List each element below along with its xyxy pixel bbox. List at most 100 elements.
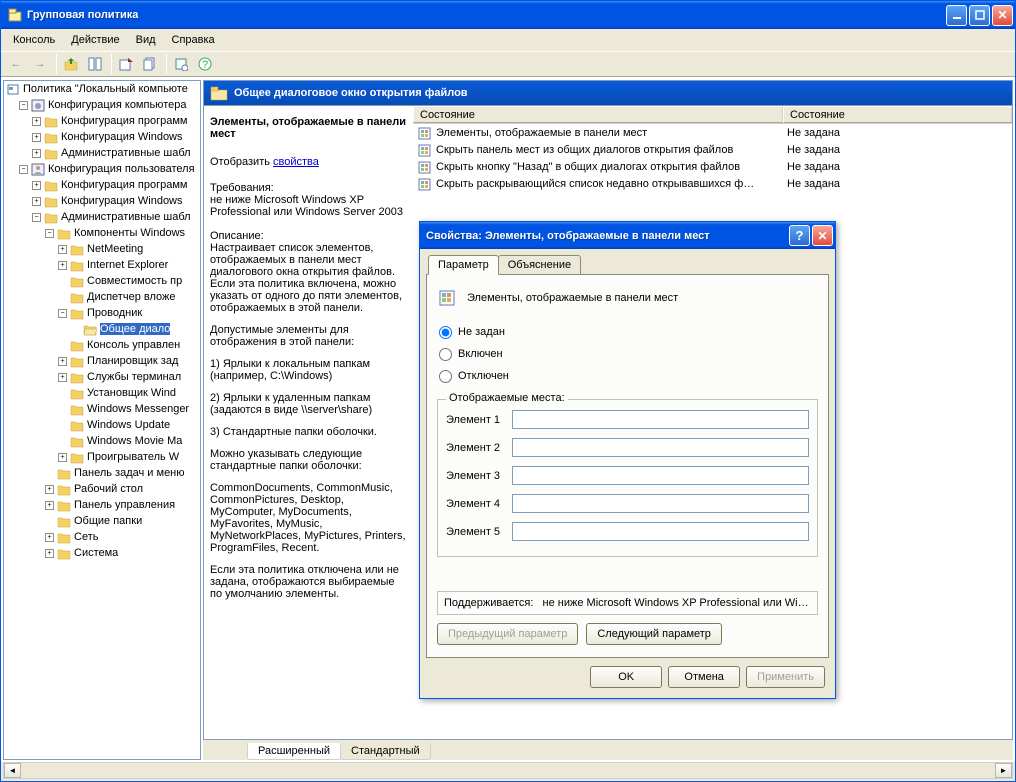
tree-item[interactable]: +Конфигурация программ xyxy=(4,177,200,193)
list-row[interactable]: Элементы, отображаемые в панели местНе з… xyxy=(413,124,1012,141)
properties-button[interactable] xyxy=(84,53,106,75)
tree-item[interactable]: +Конфигурация Windows xyxy=(4,129,200,145)
dialog-titlebar[interactable]: Свойства: Элементы, отображаемые в панел… xyxy=(420,222,835,249)
ok-button[interactable]: OK xyxy=(590,666,662,688)
properties-link[interactable]: свойства xyxy=(273,156,319,168)
expand-toggle[interactable]: + xyxy=(58,261,67,270)
cancel-button[interactable]: Отмена xyxy=(668,666,740,688)
tree-item[interactable]: Windows Movie Ma xyxy=(4,433,200,449)
list-row[interactable]: Скрыть кнопку "Назад" в общих диалогах о… xyxy=(413,158,1012,175)
scroll-right-button[interactable]: ► xyxy=(995,763,1012,778)
tree-item[interactable]: +Система xyxy=(4,545,200,561)
expand-toggle[interactable]: + xyxy=(32,197,41,206)
tree-item[interactable]: Общие папки xyxy=(4,513,200,529)
list-row[interactable]: Скрыть раскрывающийся список недавно отк… xyxy=(413,175,1012,192)
menu-view[interactable]: Вид xyxy=(128,31,164,49)
expand-toggle[interactable]: + xyxy=(58,357,67,366)
expand-toggle[interactable]: − xyxy=(45,229,54,238)
tab-extended[interactable]: Расширенный xyxy=(247,743,341,760)
minimize-button[interactable] xyxy=(946,5,967,26)
apply-button[interactable]: Применить xyxy=(746,666,825,688)
radio-disabled[interactable]: Отключен xyxy=(437,367,818,385)
expand-toggle[interactable]: + xyxy=(45,549,54,558)
filter-button[interactable] xyxy=(170,53,192,75)
expand-toggle[interactable]: + xyxy=(45,501,54,510)
menu-console[interactable]: Консоль xyxy=(5,31,63,49)
radio-input[interactable] xyxy=(439,326,452,339)
tree-item[interactable]: −Компоненты Windows xyxy=(4,225,200,241)
expand-toggle[interactable]: + xyxy=(32,133,41,142)
tree-item[interactable]: −Конфигурация пользователя xyxy=(4,161,200,177)
tree-item[interactable]: Панель задач и меню xyxy=(4,465,200,481)
scroll-track[interactable] xyxy=(21,763,995,778)
expand-toggle[interactable]: + xyxy=(58,373,67,382)
up-button[interactable] xyxy=(60,53,82,75)
tree-item[interactable]: +NetMeeting xyxy=(4,241,200,257)
tree-root[interactable]: Политика "Локальный компьюте xyxy=(4,81,200,97)
expand-toggle[interactable]: − xyxy=(19,165,28,174)
copy-button[interactable] xyxy=(139,53,161,75)
expand-toggle[interactable]: + xyxy=(45,533,54,542)
tree-item[interactable]: +Планировщик зад xyxy=(4,353,200,369)
tree-item[interactable]: −Проводник xyxy=(4,305,200,321)
export-button[interactable] xyxy=(115,53,137,75)
help-button[interactable]: ? xyxy=(789,225,810,246)
close-button[interactable]: ✕ xyxy=(992,5,1013,26)
expand-toggle[interactable]: + xyxy=(58,245,67,254)
tree-item[interactable]: +Панель управления xyxy=(4,497,200,513)
help-button[interactable]: ? xyxy=(194,53,216,75)
tree-item[interactable]: Диспетчер вложе xyxy=(4,289,200,305)
tree-view[interactable]: Политика "Локальный компьюте−Конфигураци… xyxy=(3,80,201,760)
tree-item[interactable]: Общее диало xyxy=(4,321,200,337)
radio-input[interactable] xyxy=(439,348,452,361)
element-input[interactable] xyxy=(512,410,809,429)
tree-item[interactable]: +Конфигурация программ xyxy=(4,113,200,129)
list-col-name[interactable]: Состояние xyxy=(413,106,783,123)
tree-item[interactable]: Windows Update xyxy=(4,417,200,433)
list-col-state[interactable]: Состояние xyxy=(783,106,1012,123)
list-row[interactable]: Скрыть панель мест из общих диалогов отк… xyxy=(413,141,1012,158)
tree-item[interactable]: +Рабочий стол xyxy=(4,481,200,497)
radio-enabled[interactable]: Включен xyxy=(437,345,818,363)
tree-item[interactable]: Установщик Wind xyxy=(4,385,200,401)
element-input[interactable] xyxy=(512,438,809,457)
tree-item[interactable]: +Проигрыватель W xyxy=(4,449,200,465)
tree-item[interactable]: Совместимость пр xyxy=(4,273,200,289)
expand-toggle[interactable]: + xyxy=(45,485,54,494)
next-setting-button[interactable]: Следующий параметр xyxy=(586,623,722,645)
horizontal-scrollbar[interactable]: ◄ ► xyxy=(3,762,1013,779)
scroll-left-button[interactable]: ◄ xyxy=(4,763,21,778)
element-input[interactable] xyxy=(512,494,809,513)
back-button[interactable]: ← xyxy=(5,53,27,75)
tree-item[interactable]: Windows Messenger xyxy=(4,401,200,417)
expand-toggle[interactable]: − xyxy=(32,213,41,222)
tree-item[interactable]: +Сеть xyxy=(4,529,200,545)
expand-toggle[interactable]: + xyxy=(32,117,41,126)
expand-toggle[interactable]: + xyxy=(32,149,41,158)
radio-not-configured[interactable]: Не задан xyxy=(437,323,818,341)
tree-item[interactable]: +Конфигурация Windows xyxy=(4,193,200,209)
expand-toggle[interactable]: − xyxy=(58,309,67,318)
element-input[interactable] xyxy=(512,466,809,485)
expand-toggle[interactable]: + xyxy=(58,453,67,462)
tree-item[interactable]: +Административные шабл xyxy=(4,145,200,161)
menu-help[interactable]: Справка xyxy=(164,31,223,49)
maximize-button[interactable] xyxy=(969,5,990,26)
tree-item[interactable]: +Службы терминал xyxy=(4,369,200,385)
tree-item[interactable]: −Конфигурация компьютера xyxy=(4,97,200,113)
main-titlebar[interactable]: Групповая политика ✕ xyxy=(1,1,1015,29)
dialog-close-button[interactable]: ✕ xyxy=(812,225,833,246)
tab-explanation[interactable]: Объяснение xyxy=(498,255,581,274)
expand-toggle[interactable]: + xyxy=(32,181,41,190)
tree-item[interactable]: +Internet Explorer xyxy=(4,257,200,273)
tab-standard[interactable]: Стандартный xyxy=(340,743,431,760)
forward-button[interactable]: → xyxy=(29,53,51,75)
tree-item[interactable]: −Административные шабл xyxy=(4,209,200,225)
radio-input[interactable] xyxy=(439,370,452,383)
tree-item[interactable]: Консоль управлен xyxy=(4,337,200,353)
element-input[interactable] xyxy=(512,522,809,541)
prev-setting-button[interactable]: Предыдущий параметр xyxy=(437,623,578,645)
menu-action[interactable]: Действие xyxy=(63,31,127,49)
tab-parameter[interactable]: Параметр xyxy=(428,255,499,275)
expand-toggle[interactable]: − xyxy=(19,101,28,110)
